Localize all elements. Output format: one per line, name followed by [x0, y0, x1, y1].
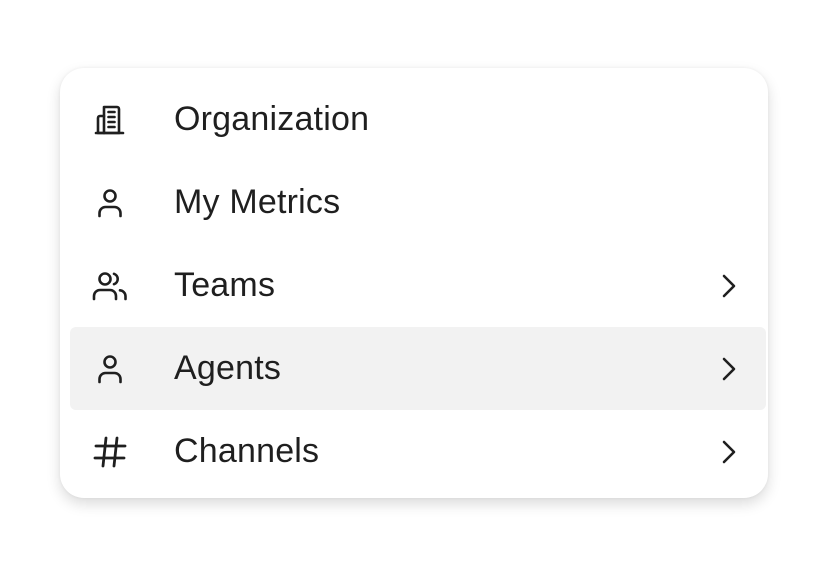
menu-item-my-metrics[interactable]: My Metrics	[70, 161, 766, 244]
chevron-right-icon	[718, 354, 740, 384]
menu-item-label: Organization	[174, 100, 370, 138]
users-icon	[90, 266, 130, 306]
menu-item-label: Agents	[174, 349, 282, 387]
menu-item-label: Channels	[174, 432, 320, 470]
menu-item-organization[interactable]: Organization	[70, 78, 766, 161]
user-icon	[90, 349, 130, 389]
building-icon	[90, 100, 130, 140]
chevron-right-icon	[718, 271, 740, 301]
menu-item-channels[interactable]: Channels	[70, 410, 766, 493]
menu-item-teams[interactable]: Teams	[70, 244, 766, 327]
menu-item-agents[interactable]: Agents	[70, 327, 766, 410]
menu-item-label: My Metrics	[174, 183, 341, 221]
chevron-right-icon	[718, 437, 740, 467]
navigation-menu: Organization My Metrics Teams Agents Cha…	[60, 68, 768, 498]
hash-icon	[90, 432, 130, 472]
user-icon	[90, 183, 130, 223]
menu-item-label: Teams	[174, 266, 276, 304]
